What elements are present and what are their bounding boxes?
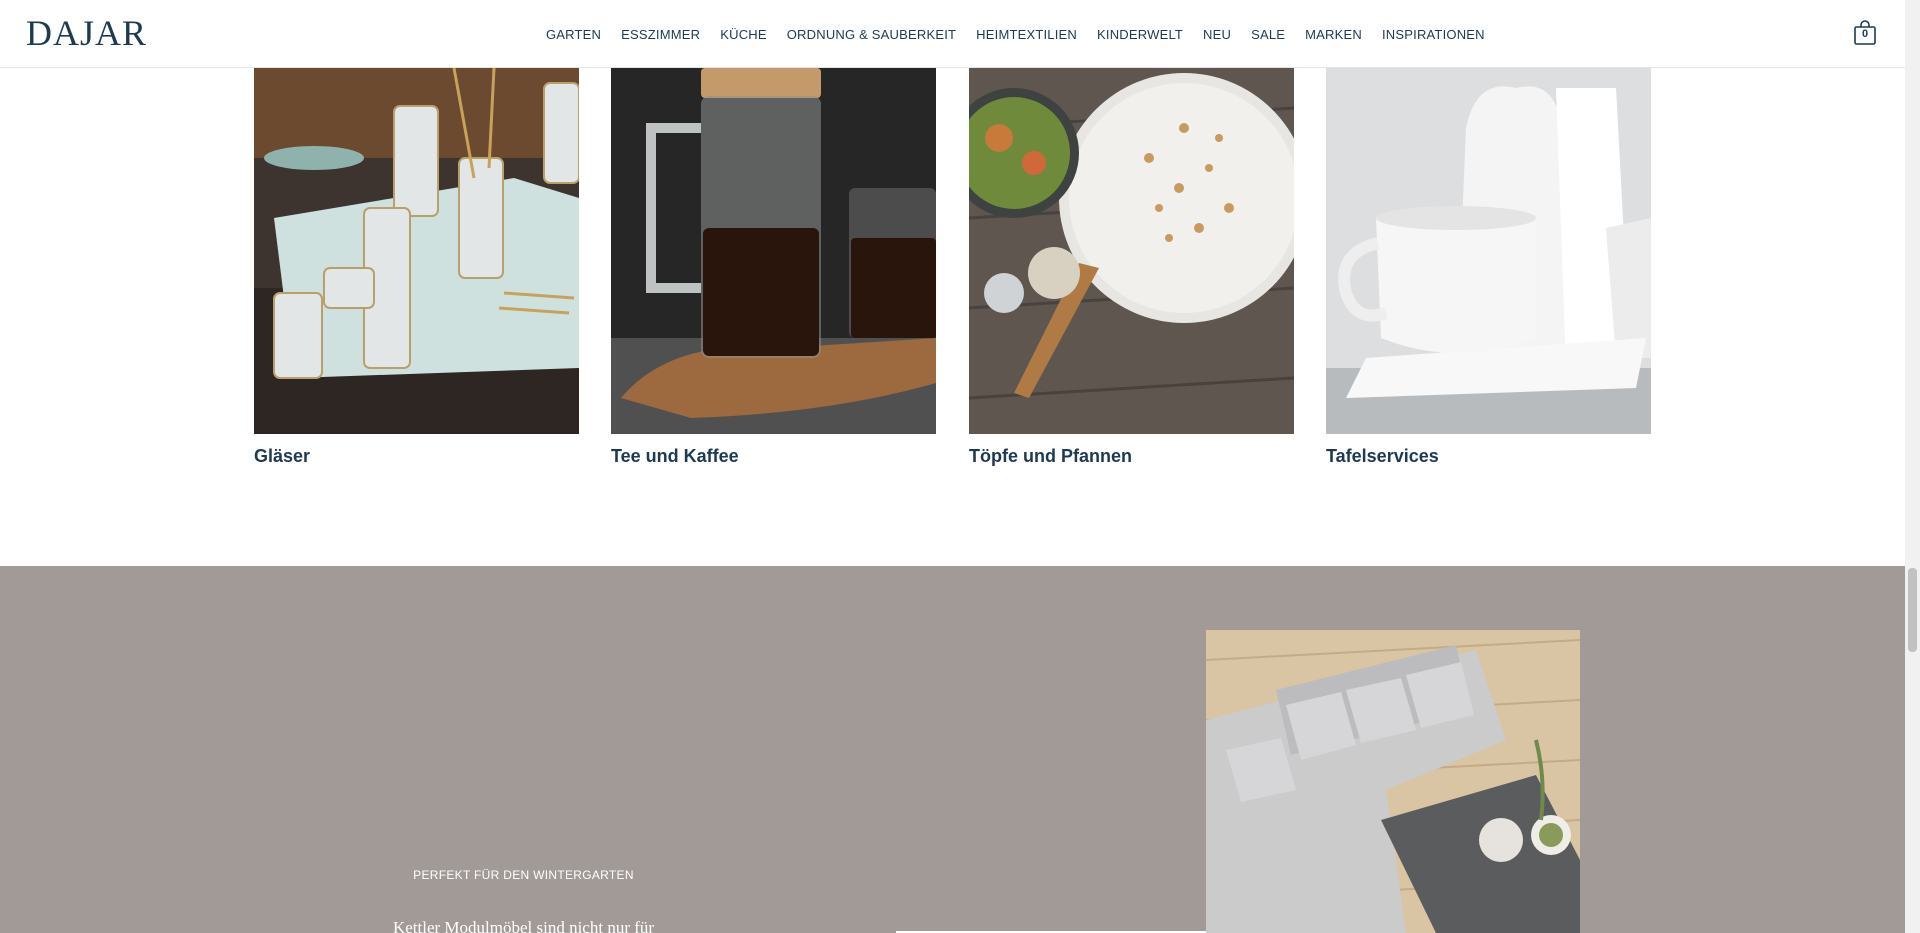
nav-item-kueche[interactable]: KÜCHE: [710, 27, 777, 42]
nav-item-esszimmer[interactable]: ESSZIMMER: [611, 27, 710, 42]
category-card-glaeser[interactable]: Gläser: [254, 68, 579, 466]
cart-button[interactable]: 0: [1853, 20, 1877, 46]
category-title[interactable]: Tafelservices: [1326, 446, 1439, 467]
category-card-tee-und-kaffee[interactable]: Tee und Kaffee: [611, 68, 936, 466]
promo-image-sofa[interactable]: [1206, 630, 1580, 933]
category-card-tafelservices[interactable]: Tafelservices: [1326, 68, 1651, 466]
promo-section: PERFEKT FÜR DEN WINTERGARTEN Kettler Mod…: [0, 566, 1905, 933]
category-title[interactable]: Töpfe und Pfannen: [969, 446, 1132, 467]
promo-kicker: PERFEKT FÜR DEN WINTERGARTEN: [413, 868, 634, 882]
nav-item-marken[interactable]: MARKEN: [1295, 27, 1372, 42]
scrollbar-thumb[interactable]: [1908, 568, 1917, 652]
nav-item-kinderwelt[interactable]: KINDERWELT: [1087, 27, 1193, 42]
nav-item-sale[interactable]: SALE: [1241, 27, 1295, 42]
site-header: DAJAR GARTEN ESSZIMMER KÜCHE ORDNUNG & S…: [0, 0, 1905, 68]
scrollbar-track[interactable]: [1905, 0, 1920, 933]
logo[interactable]: DAJAR: [26, 12, 147, 54]
category-title[interactable]: Gläser: [254, 446, 310, 467]
main-nav: GARTEN ESSZIMMER KÜCHE ORDNUNG & SAUBERK…: [536, 0, 1495, 68]
nav-item-neu[interactable]: NEU: [1193, 27, 1241, 42]
category-image-glaeser[interactable]: [254, 68, 579, 434]
nav-item-ordnung-sauberkeit[interactable]: ORDNUNG & SAUBERKEIT: [777, 27, 966, 42]
category-card-toepfe-und-pfannen[interactable]: Töpfe und Pfannen: [969, 68, 1294, 466]
cart-count-badge: 0: [1861, 28, 1869, 40]
nav-item-garten[interactable]: GARTEN: [536, 27, 611, 42]
category-image-tafelservices[interactable]: [1326, 68, 1651, 434]
category-title[interactable]: Tee und Kaffee: [611, 446, 739, 467]
category-image-tee-und-kaffee[interactable]: [611, 68, 936, 434]
category-image-toepfe-und-pfannen[interactable]: [969, 68, 1294, 434]
promo-body-text: Kettler Modulmöbel sind nicht nur für: [392, 918, 655, 933]
nav-item-inspirationen[interactable]: INSPIRATIONEN: [1372, 27, 1495, 42]
nav-item-heimtextilien[interactable]: HEIMTEXTILIEN: [966, 27, 1087, 42]
